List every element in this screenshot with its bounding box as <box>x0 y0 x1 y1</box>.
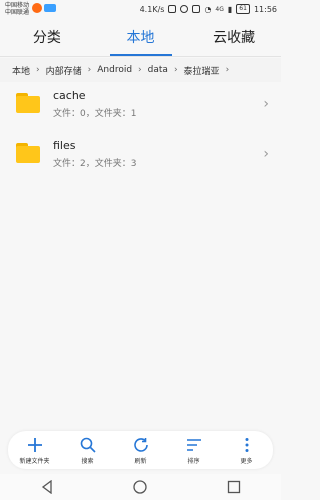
chevron-right-icon: › <box>173 65 178 75</box>
folder-meta: 文件：0，文件夹：1 <box>53 109 137 119</box>
refresh-icon <box>133 436 149 454</box>
chevron-right-icon: › <box>87 65 92 75</box>
breadcrumb-terraria[interactable]: 泰拉瑞亚 <box>182 64 222 77</box>
chevron-right-icon: › <box>138 65 142 75</box>
clock: 11:56 <box>253 4 277 14</box>
sort-button[interactable]: 排序 <box>169 436 219 465</box>
bottom-toolbar: 新建文件夹 搜索 刷新 排序 更多 <box>8 431 273 469</box>
net-speed: 4.1K/s <box>139 4 165 14</box>
recents-icon[interactable] <box>225 478 243 496</box>
list-item-text: cache 文件：0，文件夹：1 <box>53 89 136 119</box>
search-icon <box>80 436 96 454</box>
notification-icon <box>32 3 42 13</box>
sort-label: 排序 <box>187 457 200 465</box>
breadcrumb: 本地 › 内部存储 › Android › data › 泰拉瑞亚 › <box>0 58 281 82</box>
new-folder-button[interactable]: 新建文件夹 <box>10 436 60 465</box>
system-nav-bar <box>0 474 281 500</box>
more-label: 更多 <box>240 457 253 465</box>
search-label: 搜索 <box>81 457 94 465</box>
tab-bar: 分类 本地 云收藏 <box>0 20 281 56</box>
folder-name: cache <box>53 89 86 102</box>
more-button[interactable]: 更多 <box>222 436 272 465</box>
new-folder-label: 新建文件夹 <box>19 457 50 465</box>
folder-icon <box>16 93 40 113</box>
app-notification-icon <box>44 4 56 12</box>
tab-local[interactable]: 本地 <box>94 20 188 56</box>
chevron-right-icon: › <box>263 96 269 112</box>
carrier-2: 中国联通 <box>5 9 30 16</box>
breadcrumb-internal-storage[interactable]: 内部存储 <box>44 64 84 77</box>
tab-divider <box>0 56 281 57</box>
list-item[interactable]: cache 文件：0，文件夹：1 › <box>0 83 281 129</box>
more-icon <box>239 436 255 454</box>
alarm-icon <box>180 5 189 13</box>
carrier-labels: 中国移动 中国联通 <box>5 2 29 16</box>
search-button[interactable]: 搜索 <box>63 436 113 465</box>
back-icon[interactable] <box>38 478 56 496</box>
refresh-label: 刷新 <box>134 457 147 465</box>
chevron-right-icon: › <box>225 65 230 75</box>
sort-icon <box>186 436 202 454</box>
battery-icon: 61 <box>236 4 250 14</box>
vibrate-icon <box>168 5 177 13</box>
list-item-text: files 文件：2，文件夹：3 <box>53 139 136 169</box>
plus-icon <box>27 436 43 454</box>
refresh-button[interactable]: 刷新 <box>116 436 166 465</box>
breadcrumb-android[interactable]: Android <box>95 65 134 75</box>
status-right: 4.1K/s ◔ 4G ▮ 61 11:56 <box>140 4 277 14</box>
signal-icon: ▮ <box>227 4 233 14</box>
folder-meta: 文件：2，文件夹：3 <box>53 159 137 169</box>
folder-name: files <box>53 139 76 152</box>
tab-category[interactable]: 分类 <box>0 20 94 56</box>
status-bar: 中国移动 中国联通 4.1K/s ◔ 4G ▮ 61 11:56 <box>0 0 281 20</box>
file-list: cache 文件：0，文件夹：1 › files 文件：2，文件夹：3 › <box>0 83 281 179</box>
list-item[interactable]: files 文件：2，文件夹：3 › <box>0 133 281 179</box>
carrier-1: 中国移动 <box>5 2 30 9</box>
breadcrumb-local[interactable]: 本地 <box>10 64 32 77</box>
tab-cloud-favorites[interactable]: 云收藏 <box>187 20 281 56</box>
chevron-right-icon: › <box>36 65 40 75</box>
network-type: 4G <box>215 5 224 13</box>
folder-icon <box>16 143 40 163</box>
home-icon[interactable] <box>131 478 149 496</box>
chevron-right-icon: › <box>263 146 269 162</box>
hd-icon <box>192 5 201 13</box>
wifi-icon: ◔ <box>204 4 212 14</box>
breadcrumb-data[interactable]: data <box>146 65 170 75</box>
